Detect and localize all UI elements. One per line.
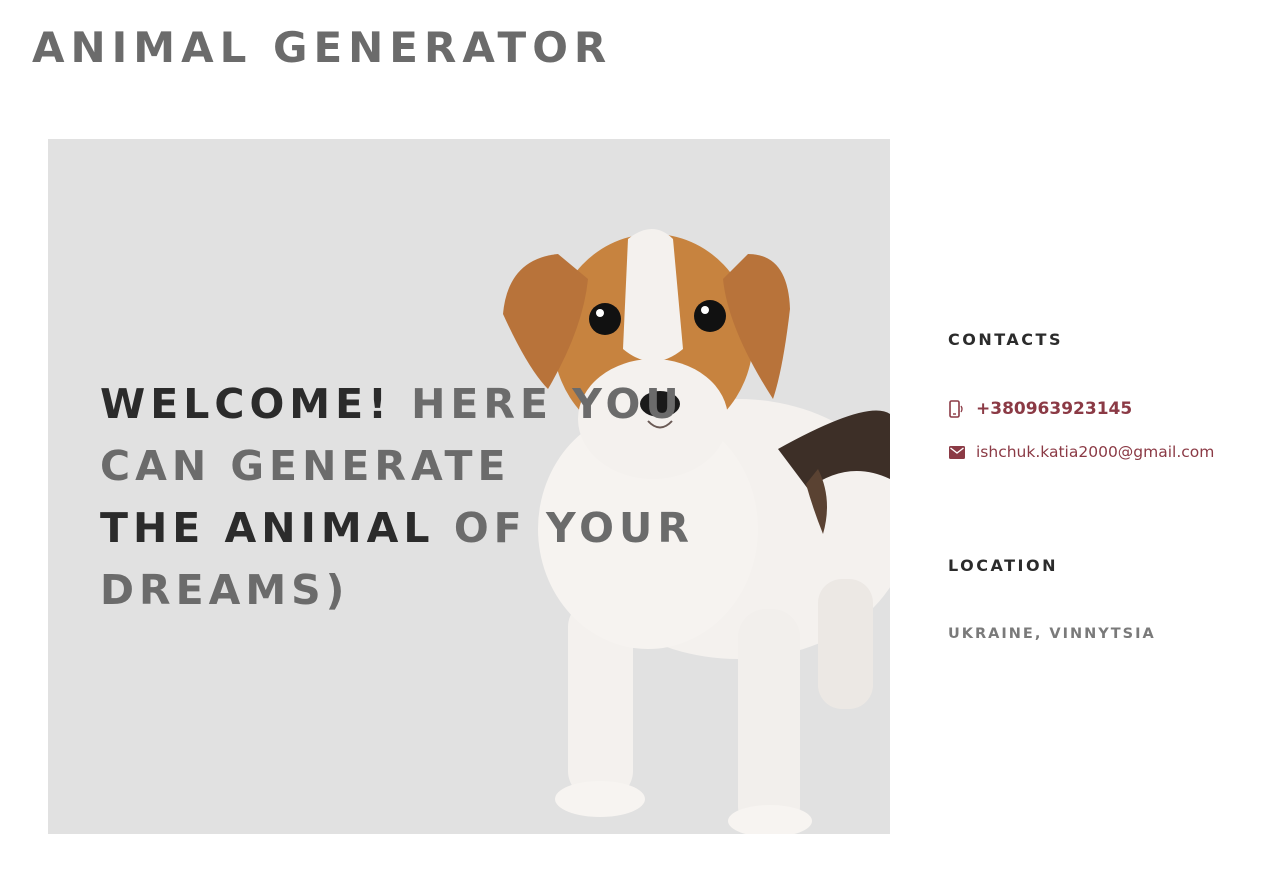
hero-line4-grey: DREAMS) [100, 566, 350, 614]
mail-icon [948, 443, 966, 461]
hero-line3-dark: THE ANIMAL [100, 504, 435, 552]
location-heading: LOCATION [948, 556, 1058, 575]
email-row: ishchuk.katia2000@gmail.com [948, 443, 1214, 461]
hero-line2-grey: CAN GENERATE [100, 442, 511, 490]
hero-line1-dark: WELCOME! [100, 380, 392, 428]
site-title: ANIMAL GENERATOR [32, 23, 613, 72]
phone-icon [948, 400, 966, 418]
email-link[interactable]: ishchuk.katia2000@gmail.com [976, 443, 1214, 461]
hero-banner: WELCOME! HERE YOU CAN GENERATE THE ANIMAL … [48, 139, 890, 834]
hero-line3-grey: OF YOUR [453, 504, 694, 552]
phone-link[interactable]: +380963923145 [976, 399, 1132, 419]
hero-headline: WELCOME! HERE YOU CAN GENERATE THE ANIMAL … [100, 373, 790, 621]
hero-line1-grey: HERE YOU [411, 380, 684, 428]
location-value: UKRAINE, VINNYTSIA [948, 626, 1156, 642]
contacts-heading: CONTACTS [948, 330, 1063, 349]
phone-row: +380963923145 [948, 399, 1132, 419]
